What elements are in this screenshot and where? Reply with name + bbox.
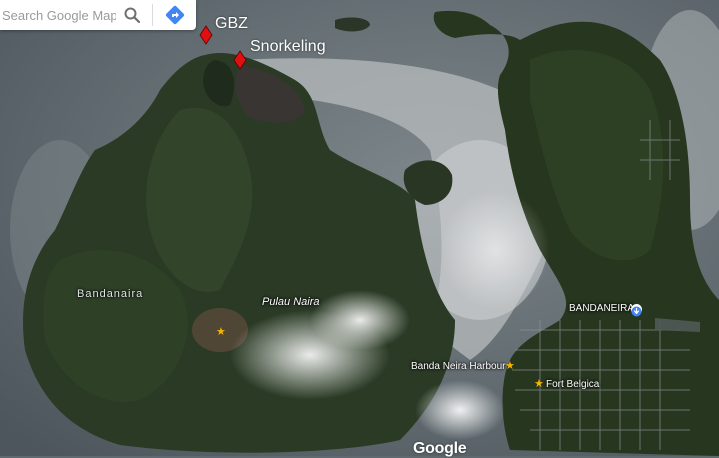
divider (152, 4, 153, 26)
poi-star-icon[interactable]: ★ (216, 327, 226, 338)
place-label-fort-belgica[interactable]: Fort Belgica (546, 379, 599, 390)
search-icon (124, 7, 141, 24)
harbour-star-icon[interactable]: ★ (505, 361, 515, 372)
snorkeling-marker-icon[interactable] (233, 50, 247, 70)
place-label-pulau-naira[interactable]: Pulau Naira (262, 296, 319, 308)
search-button[interactable] (118, 2, 146, 28)
directions-icon (165, 5, 185, 25)
snorkeling-label: Snorkeling (250, 38, 326, 55)
place-label-harbour[interactable]: Banda Neira Harbour (411, 361, 506, 372)
search-box (0, 0, 196, 30)
satellite-map[interactable] (0, 0, 719, 456)
directions-button[interactable] (162, 3, 188, 27)
info-icon[interactable] (631, 304, 642, 317)
place-label-bandaneira[interactable]: BANDANEIRA (569, 303, 634, 314)
fort-star-icon[interactable]: ★ (534, 379, 544, 390)
gbz-label: GBZ (215, 15, 248, 32)
google-watermark: Google (413, 440, 467, 457)
gbz-marker-icon[interactable] (199, 25, 213, 45)
place-label-bandanaira[interactable]: Bandanaira (77, 288, 143, 300)
info-glyph-icon (631, 306, 642, 317)
search-input[interactable] (0, 0, 116, 30)
